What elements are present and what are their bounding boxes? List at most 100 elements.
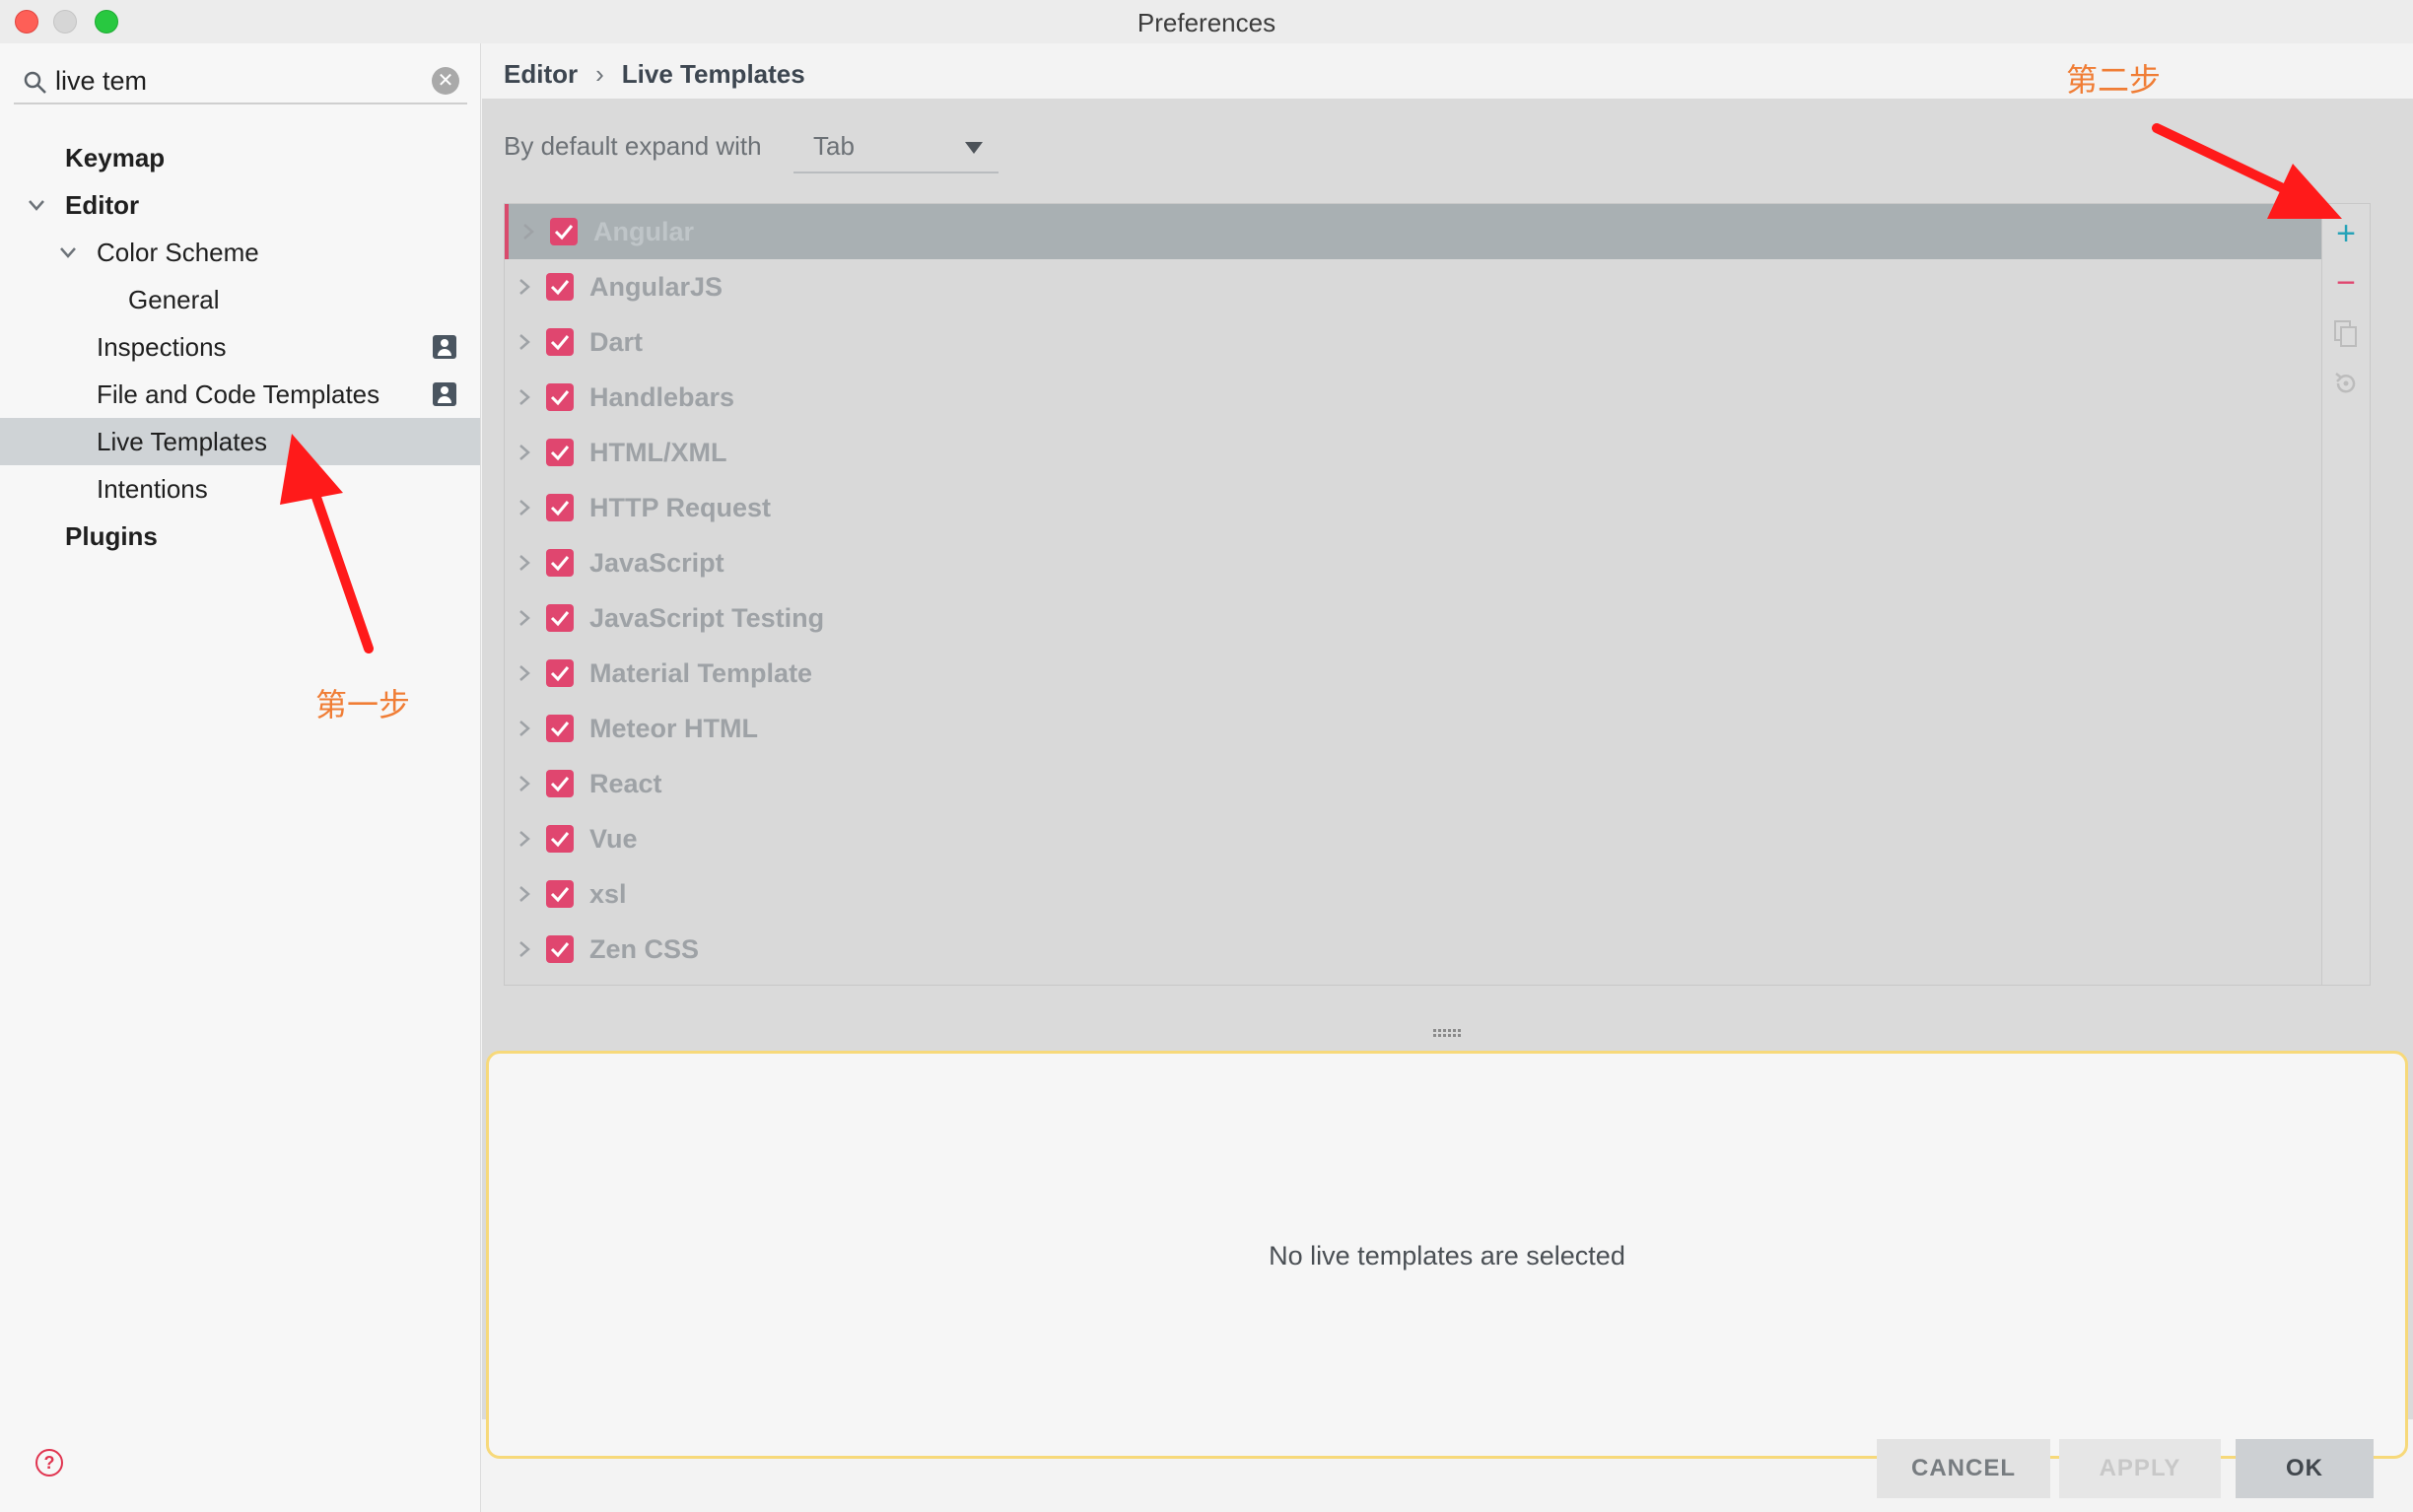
- template-group-label: Zen CSS: [589, 934, 700, 964]
- sidebar-item-editor[interactable]: Editor: [0, 181, 480, 229]
- sidebar-item-plugins[interactable]: Plugins: [0, 513, 480, 560]
- template-group-row[interactable]: AngularJS: [505, 259, 2346, 314]
- breadcrumb-parent[interactable]: Editor: [504, 59, 578, 90]
- template-group-row[interactable]: HTML/XML: [505, 425, 2346, 480]
- checkbox-icon[interactable]: [546, 825, 574, 853]
- checkbox-icon[interactable]: [546, 715, 574, 742]
- template-group-label: Vue: [589, 824, 638, 854]
- chevron-down-icon[interactable]: [26, 194, 47, 216]
- panel-splitter[interactable]: [1433, 1029, 1463, 1039]
- template-group-row[interactable]: JavaScript Testing: [505, 590, 2346, 646]
- settings-sidebar: ✕ Keymap Editor Color Scheme General Ins…: [0, 43, 481, 1512]
- apply-button[interactable]: APPLY: [2059, 1439, 2221, 1498]
- chevron-right-icon[interactable]: [515, 663, 534, 683]
- template-group-label: JavaScript Testing: [589, 603, 825, 633]
- sidebar-item-file-and-code-templates[interactable]: File and Code Templates: [0, 371, 480, 418]
- template-group-list[interactable]: Angular AngularJS Dart Handlebars HTML/XML HT…: [504, 203, 2346, 986]
- chevron-right-icon[interactable]: [515, 498, 534, 517]
- copy-icon[interactable]: [2322, 310, 2370, 358]
- checkbox-icon[interactable]: [546, 935, 574, 963]
- checkbox-icon[interactable]: [546, 439, 574, 466]
- expand-key-value: Tab: [813, 131, 855, 161]
- clear-icon[interactable]: ✕: [432, 67, 459, 95]
- chevron-right-icon[interactable]: [515, 939, 534, 959]
- remove-icon[interactable]: −: [2322, 259, 2370, 307]
- breadcrumb-separator: ›: [595, 59, 604, 89]
- template-group-label: JavaScript: [589, 548, 724, 578]
- template-group-row[interactable]: xsl: [505, 866, 2346, 922]
- sidebar-item-color-scheme[interactable]: Color Scheme: [0, 229, 480, 276]
- chevron-right-icon[interactable]: [515, 719, 534, 738]
- checkbox-icon[interactable]: [546, 604, 574, 632]
- ok-button[interactable]: OK: [2236, 1439, 2374, 1498]
- template-group-label: Angular: [593, 217, 695, 246]
- checkbox-icon[interactable]: [550, 218, 578, 245]
- template-group-row[interactable]: JavaScript: [505, 535, 2346, 590]
- help-icon[interactable]: ?: [35, 1449, 63, 1477]
- expand-label: By default expand with: [504, 131, 762, 161]
- checkbox-icon[interactable]: [546, 770, 574, 797]
- annotation-step-1: 第一步: [315, 687, 411, 722]
- chevron-right-icon[interactable]: [515, 884, 534, 904]
- empty-selection-message: No live templates are selected: [1269, 1241, 1625, 1271]
- template-group-row[interactable]: Angular: [505, 204, 2346, 259]
- chevron-right-icon[interactable]: [515, 774, 534, 793]
- search-input[interactable]: [55, 63, 410, 99]
- sidebar-item-intentions[interactable]: Intentions: [0, 465, 480, 513]
- template-group-label: HTTP Request: [589, 493, 772, 522]
- sidebar-item-label: Inspections: [97, 332, 227, 362]
- chevron-right-icon[interactable]: [515, 829, 534, 849]
- annotation-step-2: 第二步: [2066, 62, 2162, 98]
- template-group-row[interactable]: React: [505, 756, 2346, 811]
- chevron-right-icon[interactable]: [518, 222, 538, 241]
- template-group-row[interactable]: Dart: [505, 314, 2346, 370]
- template-group-row[interactable]: Material Template: [505, 646, 2346, 701]
- checkbox-icon[interactable]: [546, 494, 574, 521]
- sidebar-item-general[interactable]: General: [0, 276, 480, 323]
- checkbox-icon[interactable]: [546, 659, 574, 687]
- restore-icon[interactable]: [2322, 360, 2370, 407]
- template-toolbar: + −: [2321, 203, 2371, 986]
- template-group-row[interactable]: Zen CSS: [505, 922, 2346, 977]
- sidebar-item-label: Color Scheme: [97, 238, 259, 267]
- profile-icon: [433, 382, 456, 406]
- template-group-row[interactable]: Vue: [505, 811, 2346, 866]
- checkbox-icon[interactable]: [546, 328, 574, 356]
- cancel-button[interactable]: CANCEL: [1877, 1439, 2050, 1498]
- live-templates-content: By default expand with Tab Angular Angula…: [482, 99, 2413, 1459]
- sidebar-item-live-templates[interactable]: Live Templates: [0, 418, 480, 465]
- breadcrumb-current: Live Templates: [621, 59, 805, 89]
- sidebar-item-inspections[interactable]: Inspections: [0, 323, 480, 371]
- breadcrumb: Editor › Live Templates: [504, 59, 805, 90]
- template-group-label: Dart: [589, 327, 644, 357]
- template-group-row[interactable]: Handlebars: [505, 370, 2346, 425]
- template-group-label: Meteor HTML: [589, 714, 758, 743]
- search-icon: [24, 71, 46, 94]
- sidebar-item-label: File and Code Templates: [97, 379, 380, 409]
- checkbox-icon[interactable]: [546, 273, 574, 301]
- sidebar-item-keymap[interactable]: Keymap: [0, 134, 480, 181]
- chevron-right-icon[interactable]: [515, 553, 534, 573]
- chevron-right-icon[interactable]: [515, 332, 534, 352]
- sidebar-item-label: Live Templates: [97, 427, 267, 456]
- template-group-label: xsl: [589, 879, 627, 909]
- template-group-label: HTML/XML: [589, 438, 727, 467]
- checkbox-icon[interactable]: [546, 549, 574, 577]
- template-group-label: Handlebars: [589, 382, 735, 412]
- add-icon[interactable]: +: [2322, 210, 2370, 257]
- checkbox-icon[interactable]: [546, 383, 574, 411]
- template-group-row[interactable]: Meteor HTML: [505, 701, 2346, 756]
- dropdown-caret-icon: [965, 142, 983, 154]
- chevron-right-icon[interactable]: [515, 608, 534, 628]
- chevron-right-icon[interactable]: [515, 387, 534, 407]
- sidebar-item-label: Editor: [65, 190, 140, 220]
- chevron-right-icon[interactable]: [515, 277, 534, 297]
- template-group-label: AngularJS: [589, 272, 724, 302]
- chevron-right-icon[interactable]: [515, 443, 534, 462]
- expand-key-select[interactable]: Tab: [793, 124, 999, 173]
- checkbox-icon[interactable]: [546, 880, 574, 908]
- template-group-label: React: [589, 769, 662, 798]
- template-group-row[interactable]: HTTP Request: [505, 480, 2346, 535]
- main-panel: Editor › Live Templates By default expand …: [482, 43, 2413, 1512]
- chevron-down-icon[interactable]: [57, 241, 79, 263]
